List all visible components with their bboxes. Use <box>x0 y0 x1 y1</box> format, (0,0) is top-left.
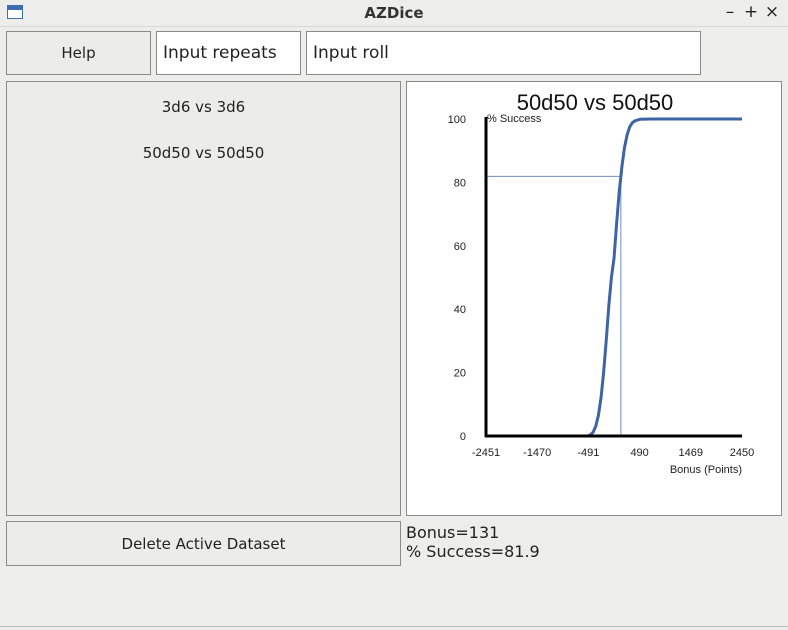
delete-dataset-button[interactable]: Delete Active Dataset <box>6 521 401 566</box>
dataset-list: 3d6 vs 3d6 50d50 vs 50d50 <box>6 81 401 516</box>
minimize-icon[interactable]: – <box>720 2 740 22</box>
title-bar: AZDice – + × <box>0 0 788 27</box>
chart-title: 50d50 vs 50d50 <box>517 90 674 115</box>
help-button[interactable]: Help <box>6 31 151 75</box>
bonus-readout: Bonus=131 <box>406 523 500 542</box>
x-tick-label: -1470 <box>523 447 551 459</box>
y-axis-label: % Success <box>487 113 542 125</box>
x-axis-label: Bonus (Points) <box>670 464 742 476</box>
chart-panel: 50d50 vs 50d50 % Success Bonus (Points) … <box>406 81 782 516</box>
window-bottom-edge <box>0 626 788 627</box>
series-line <box>486 117 742 438</box>
x-tick-label: 490 <box>630 447 648 459</box>
window-title: AZDice <box>364 4 424 22</box>
y-tick-label: 60 <box>454 241 466 253</box>
x-tick-label: -491 <box>577 447 599 459</box>
x-tick-label: 1469 <box>679 447 703 459</box>
y-tick-label: 80 <box>454 177 466 189</box>
x-tick-label: 2450 <box>730 447 754 459</box>
roll-input[interactable] <box>306 31 701 75</box>
y-tick-label: 20 <box>454 368 466 380</box>
y-tick-label: 0 <box>460 431 466 443</box>
y-tick-label: 100 <box>448 114 466 126</box>
maximize-icon[interactable]: + <box>741 2 761 22</box>
success-chart[interactable]: 50d50 vs 50d50 % Success Bonus (Points) … <box>407 82 781 515</box>
y-tick-label: 40 <box>454 304 466 316</box>
close-icon[interactable]: × <box>762 2 782 22</box>
list-item[interactable]: 3d6 vs 3d6 <box>7 98 400 116</box>
x-tick-label: -2451 <box>472 447 500 459</box>
repeats-input[interactable] <box>156 31 301 75</box>
list-item[interactable]: 50d50 vs 50d50 <box>7 144 400 162</box>
success-readout: % Success=81.9 <box>406 542 540 561</box>
